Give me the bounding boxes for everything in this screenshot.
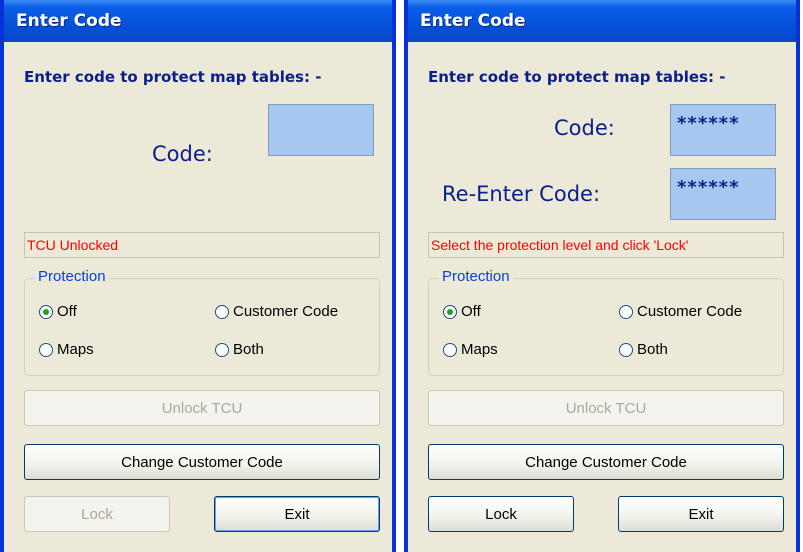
lock-button[interactable]: Lock: [428, 496, 574, 532]
code-input[interactable]: [268, 104, 374, 156]
radio-maps[interactable]: Maps: [39, 341, 94, 358]
radio-icon: [619, 342, 633, 357]
status-text: TCU Unlocked: [24, 232, 380, 258]
status-text: Select the protection level and click 'L…: [428, 232, 784, 258]
radio-both-label: Both: [233, 341, 264, 358]
code-label: Code:: [554, 116, 615, 140]
radio-customer-code[interactable]: Customer Code: [619, 303, 742, 320]
radio-customer-code-label: Customer Code: [637, 303, 743, 320]
radio-both[interactable]: Both: [619, 341, 668, 358]
change-customer-code-button[interactable]: Change Customer Code: [24, 444, 380, 480]
unlock-tcu-button[interactable]: Unlock TCU: [428, 390, 784, 426]
change-customer-code-button[interactable]: Change Customer Code: [428, 444, 784, 480]
radio-customer-code-label: Customer Code: [233, 303, 339, 320]
instruction-heading: Enter code to protect map tables: -: [24, 68, 322, 86]
radio-selected-icon: [39, 304, 53, 319]
unlock-tcu-button[interactable]: Unlock TCU: [24, 390, 380, 426]
radio-both-label: Both: [637, 341, 668, 358]
radio-icon: [215, 342, 229, 357]
radio-maps-label: Maps: [461, 341, 498, 358]
exit-button[interactable]: Exit: [214, 496, 380, 532]
window-title: Enter Code: [408, 0, 796, 42]
radio-maps-label: Maps: [57, 341, 94, 358]
window-title: Enter Code: [4, 0, 392, 42]
radio-selected-icon: [443, 304, 457, 319]
instruction-heading: Enter code to protect map tables: -: [428, 68, 726, 86]
radio-icon: [39, 342, 53, 357]
radio-off-label: Off: [57, 303, 77, 320]
protection-title: Protection: [439, 268, 513, 285]
exit-button[interactable]: Exit: [618, 496, 784, 532]
radio-both[interactable]: Both: [215, 341, 264, 358]
radio-off[interactable]: Off: [39, 303, 77, 320]
lock-button[interactable]: Lock: [24, 496, 170, 532]
code-label: Code:: [152, 142, 213, 166]
code-input[interactable]: ******: [670, 104, 776, 156]
reenter-code-label: Re-Enter Code:: [442, 182, 601, 206]
reenter-code-input[interactable]: ******: [670, 168, 776, 220]
radio-customer-code[interactable]: Customer Code: [215, 303, 338, 320]
radio-icon: [443, 342, 457, 357]
radio-off[interactable]: Off: [443, 303, 481, 320]
protection-group: Protection Off Customer Code Maps Both: [24, 268, 380, 376]
protection-title: Protection: [35, 268, 109, 285]
enter-code-window-left: Enter Code Enter code to protect map tab…: [0, 0, 396, 552]
enter-code-window-right: Enter Code Enter code to protect map tab…: [404, 0, 800, 552]
radio-icon: [619, 304, 633, 319]
protection-group: Protection Off Customer Code Maps Both: [428, 268, 784, 376]
radio-icon: [215, 304, 229, 319]
radio-maps[interactable]: Maps: [443, 341, 498, 358]
radio-off-label: Off: [461, 303, 481, 320]
